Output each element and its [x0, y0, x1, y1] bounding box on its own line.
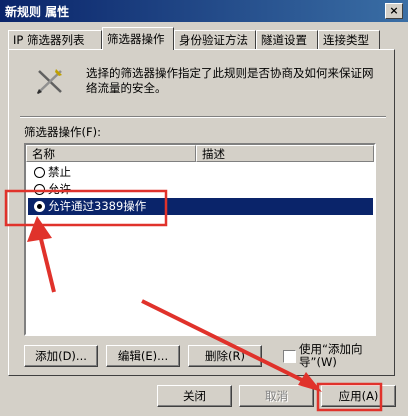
close-icon[interactable]: ×	[385, 3, 403, 19]
tab-tunnel-settings[interactable]: 隧道设置	[256, 30, 318, 49]
separator	[20, 116, 386, 118]
list-item-allow-3389[interactable]: 允许通过3389操作	[28, 198, 373, 215]
tab-connection-type[interactable]: 连接类型	[318, 30, 380, 49]
filter-action-description: 选择的筛选器操作指定了此规则是否协商及如何来保证网络流量的安全。	[86, 66, 374, 95]
radio-button[interactable]	[34, 167, 45, 178]
crossed-tools-icon	[37, 69, 62, 94]
tab-authentication-methods[interactable]: 身份验证方法	[174, 30, 256, 49]
list-item-label: 允许	[48, 182, 71, 196]
window-title: 新规则 属性	[5, 5, 70, 19]
column-header-description[interactable]: 描述	[196, 145, 374, 162]
delete-button[interactable]: 删除(R)	[188, 345, 262, 367]
edit-button[interactable]: 编辑(E)...	[106, 345, 180, 367]
column-header-name[interactable]: 名称	[26, 145, 196, 162]
list-item-allow[interactable]: 允许	[28, 181, 373, 198]
cancel-button: 取消	[239, 385, 314, 407]
add-button[interactable]: 添加(D)...	[24, 345, 98, 367]
apply-button[interactable]: 应用(A)	[321, 385, 396, 407]
radio-dot	[37, 204, 42, 209]
radio-button-checked[interactable]	[34, 201, 45, 212]
tab-ip-filter-list[interactable]: IP 筛选器列表	[8, 30, 102, 49]
filter-actions-label: 筛选器操作(F):	[24, 125, 101, 139]
list-item-label: 允许通过3389操作	[48, 199, 147, 213]
filter-actions-list[interactable]: 名称 描述 禁止 允许 允许通过3389操作	[24, 143, 376, 336]
title-bar: 新规则 属性 ×	[0, 0, 408, 22]
list-header: 名称 描述	[26, 145, 374, 162]
list-item-label: 禁止	[48, 165, 71, 179]
use-wizard-label: 使用“添加向导”(W)	[299, 342, 363, 369]
list-item-deny[interactable]: 禁止	[28, 164, 373, 181]
use-wizard-checkbox[interactable]	[283, 350, 296, 363]
radio-button[interactable]	[34, 184, 45, 195]
close-button[interactable]: 关闭	[157, 385, 232, 407]
tab-filter-action[interactable]: 筛选器操作	[102, 27, 174, 50]
